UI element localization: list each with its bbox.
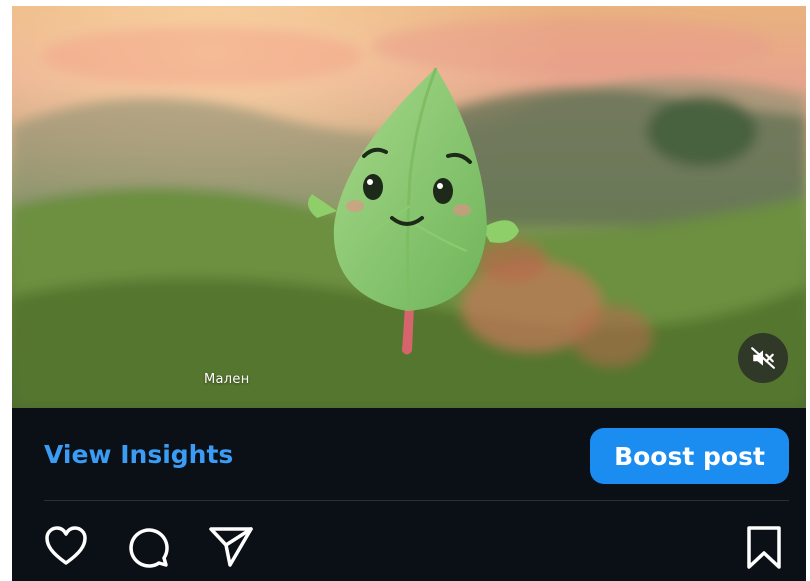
share-icon: [209, 527, 253, 567]
insights-bar: View Insights Boost post: [12, 408, 806, 500]
boost-post-button[interactable]: Boost post: [590, 428, 789, 484]
bookmark-icon: [747, 526, 781, 569]
save-button[interactable]: [745, 525, 783, 575]
media-illustration: [12, 6, 806, 408]
media-caption: Мален: [204, 372, 250, 387]
divider: [44, 500, 789, 501]
like-button[interactable]: [44, 525, 88, 571]
mute-button[interactable]: [738, 333, 788, 383]
comment-icon: [129, 528, 169, 568]
share-button[interactable]: [208, 525, 254, 573]
post-media[interactable]: Мален: [12, 6, 806, 408]
speaker-muted-icon: [751, 347, 775, 369]
view-insights-link[interactable]: View Insights: [44, 440, 233, 469]
heart-icon: [45, 526, 87, 565]
post-frame: Мален View Insights Boost post: [12, 6, 806, 581]
post-action-row: [12, 511, 806, 581]
comment-button[interactable]: [126, 525, 170, 573]
